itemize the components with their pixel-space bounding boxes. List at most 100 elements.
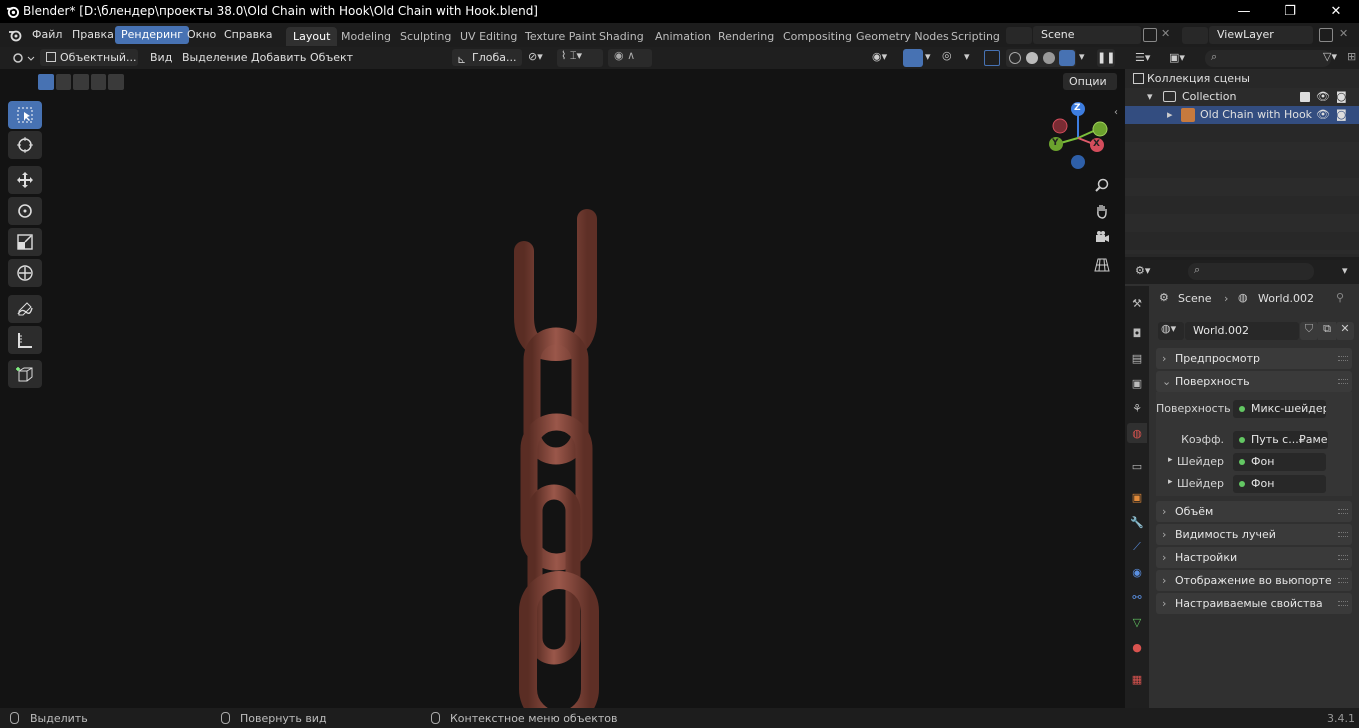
drag-grip-icon[interactable]: [1338, 356, 1348, 361]
viewlayer-browse-icon[interactable]: [1182, 27, 1208, 44]
select-intersect-icon[interactable]: [108, 74, 124, 90]
exclude-checkbox-icon[interactable]: [1300, 92, 1310, 102]
particles-tab-icon[interactable]: ⟋: [1129, 539, 1145, 555]
gizmo-toggle-icon[interactable]: [903, 49, 923, 67]
solid-shading-icon[interactable]: [1026, 52, 1038, 64]
scale-tool[interactable]: [8, 228, 42, 256]
panel-preview[interactable]: › Предпросмотр: [1156, 348, 1352, 369]
move-tool[interactable]: [8, 166, 42, 194]
xray-icon[interactable]: [984, 50, 1000, 66]
snap-icon[interactable]: ⌇ ⌶▾: [557, 49, 603, 67]
editor-type-icon[interactable]: [8, 50, 36, 67]
object-tab-icon[interactable]: ▣: [1129, 489, 1145, 505]
world-browse-icon[interactable]: ◍▾: [1158, 322, 1184, 340]
constraints-tab-icon[interactable]: ⚯: [1129, 589, 1145, 605]
tab-geometry-nodes[interactable]: Geometry Nodes: [849, 27, 956, 46]
tab-compositing[interactable]: Compositing: [776, 27, 859, 46]
scene-browse-icon[interactable]: [1006, 27, 1032, 44]
tree-scene-collection[interactable]: Коллекция сцены: [1125, 70, 1359, 88]
world-name-field[interactable]: World.002: [1185, 322, 1299, 340]
properties-editor-type-icon[interactable]: ⚙▾: [1135, 264, 1163, 280]
proportional-edit-icon[interactable]: ◉ ∧: [608, 49, 652, 67]
select-new-icon[interactable]: [38, 74, 54, 90]
sidebar-toggle-icon[interactable]: ‹: [1114, 107, 1118, 118]
new-viewlayer-icon[interactable]: [1319, 28, 1333, 42]
panel-settings[interactable]: › Настройки: [1156, 547, 1352, 568]
maximize-button[interactable]: ❐: [1267, 0, 1313, 23]
tab-animation[interactable]: Animation: [648, 27, 718, 46]
wireframe-shading-icon[interactable]: [1009, 52, 1021, 64]
scene-tab-icon[interactable]: ⚘: [1129, 400, 1145, 416]
menu-object[interactable]: Объект: [310, 50, 353, 66]
chain-model[interactable]: [490, 209, 630, 708]
shader2-field[interactable]: Фон: [1233, 475, 1326, 493]
render-tab-icon[interactable]: ◘: [1129, 325, 1145, 341]
unlink-world-icon[interactable]: ✕: [1336, 322, 1354, 340]
measure-tool[interactable]: [8, 326, 42, 354]
panel-ray-visibility[interactable]: › Видимость лучей: [1156, 524, 1352, 545]
drag-grip-icon[interactable]: [1338, 555, 1348, 560]
transform-orientation-dropdown[interactable]: ⊾ Глоба...: [452, 49, 522, 66]
pause-render-icon[interactable]: ❚❚: [1097, 49, 1115, 67]
outliner-editor-type-icon[interactable]: ☰▾: [1135, 51, 1163, 67]
minimize-button[interactable]: —: [1221, 0, 1267, 23]
tool-tab-icon[interactable]: ⚒: [1129, 295, 1145, 311]
fake-user-shield-icon[interactable]: ⛉: [1300, 322, 1318, 340]
gizmo-dropdown-icon[interactable]: ▾: [925, 50, 931, 63]
material-tab-icon[interactable]: ●: [1129, 639, 1145, 655]
tab-modeling[interactable]: Modeling: [334, 27, 398, 46]
transform-tool[interactable]: [8, 259, 42, 287]
expand-object-icon[interactable]: ▸: [1167, 106, 1173, 124]
new-collection-icon[interactable]: ⊞: [1347, 50, 1356, 63]
tab-shading[interactable]: Shading: [592, 27, 651, 46]
panel-volume[interactable]: › Объём: [1156, 501, 1352, 522]
close-button[interactable]: ✕: [1313, 0, 1359, 23]
cursor-tool[interactable]: [8, 131, 42, 159]
tree-collection[interactable]: ▾ Collection 👁 ◙: [1125, 88, 1359, 106]
annotate-tool[interactable]: [8, 295, 42, 323]
camera-view-icon[interactable]: [1092, 227, 1112, 247]
drag-grip-icon[interactable]: [1338, 509, 1348, 514]
properties-options-icon[interactable]: ▾: [1342, 264, 1348, 277]
viewlayer-name-field[interactable]: ViewLayer: [1209, 26, 1313, 44]
display-mode-icon[interactable]: ▣▾: [1169, 51, 1197, 67]
output-tab-icon[interactable]: ▤: [1129, 350, 1145, 366]
perspective-toggle-icon[interactable]: [1092, 255, 1112, 275]
pan-hand-icon[interactable]: [1092, 201, 1112, 221]
properties-search-input[interactable]: ⌕: [1188, 263, 1314, 280]
menu-add[interactable]: Добавить: [251, 50, 306, 66]
menu-file[interactable]: Файл: [26, 26, 68, 44]
tab-uv-editing[interactable]: UV Editing: [453, 27, 524, 46]
menu-help[interactable]: Справка: [218, 26, 278, 44]
remove-viewlayer-icon[interactable]: ✕: [1339, 27, 1348, 40]
physics-tab-icon[interactable]: ◉: [1129, 564, 1145, 580]
tab-layout[interactable]: Layout: [286, 27, 338, 46]
shader1-field[interactable]: Фон: [1233, 453, 1326, 471]
pivot-icon[interactable]: ⊘▾: [528, 50, 552, 67]
rotate-tool[interactable]: [8, 197, 42, 225]
fac-input-field[interactable]: Путь с...₽амеры: [1233, 431, 1328, 449]
unlink-scene-icon[interactable]: ✕: [1161, 27, 1170, 40]
overlay-toggle-icon[interactable]: ◎: [942, 49, 962, 67]
tab-rendering[interactable]: Rendering: [711, 27, 781, 46]
tab-sculpting[interactable]: Sculpting: [393, 27, 458, 46]
panel-surface[interactable]: ⌄ Поверхность: [1156, 371, 1352, 392]
menu-edit[interactable]: Правка: [66, 26, 120, 44]
mode-dropdown[interactable]: Объектный...: [40, 49, 138, 66]
tab-texture-paint[interactable]: Texture Paint: [518, 27, 603, 46]
object-render-camera-icon[interactable]: ◙: [1336, 106, 1347, 124]
menu-view[interactable]: Вид: [150, 50, 172, 66]
view-layer-tab-icon[interactable]: ▣: [1129, 375, 1145, 391]
pin-icon[interactable]: ⚲: [1336, 291, 1344, 304]
select-difference-icon[interactable]: [90, 74, 107, 90]
object-visibility-eye-icon[interactable]: 👁: [1316, 106, 1330, 124]
zoom-icon[interactable]: [1092, 175, 1112, 195]
menu-window[interactable]: Окно: [181, 26, 222, 44]
tree-object-chain[interactable]: ▸ Old Chain with Hook 👁 ◙: [1125, 106, 1359, 124]
panel-custom-properties[interactable]: › Настраиваемые свойства: [1156, 593, 1352, 614]
drag-grip-icon[interactable]: [1338, 578, 1348, 583]
render-camera-icon[interactable]: ◙: [1336, 88, 1347, 106]
expand-collection-icon[interactable]: ▾: [1147, 88, 1153, 106]
data-tab-icon[interactable]: ▽: [1129, 614, 1145, 630]
drag-grip-icon[interactable]: [1338, 601, 1348, 606]
